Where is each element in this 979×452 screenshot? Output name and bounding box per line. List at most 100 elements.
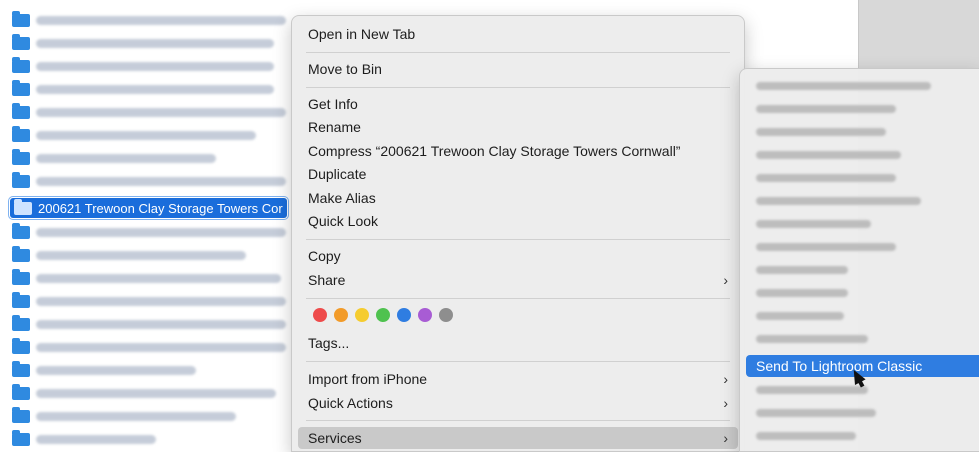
folder-icon (12, 337, 30, 354)
chevron-right-icon: › (723, 430, 728, 446)
submenu-item[interactable] (746, 236, 979, 258)
menu-item-label: Rename (308, 119, 361, 135)
context-menu: Open in New Tab Move to Bin Get Info Ren… (291, 15, 745, 452)
folder-icon (12, 10, 30, 27)
folder-icon (12, 148, 30, 165)
menu-separator (306, 420, 730, 421)
chevron-right-icon: › (723, 395, 728, 411)
submenu-item[interactable] (746, 167, 979, 189)
menu-item-open-new-tab[interactable]: Open in New Tab (298, 23, 738, 45)
submenu-item[interactable] (746, 213, 979, 235)
menu-item-services[interactable]: Services › (298, 427, 738, 449)
menu-item-copy[interactable]: Copy (298, 245, 738, 267)
list-item[interactable] (12, 148, 216, 168)
submenu-item[interactable] (746, 282, 979, 304)
menu-item-quick-actions[interactable]: Quick Actions › (298, 392, 738, 414)
menu-separator (306, 239, 730, 240)
tag-blue-dot[interactable] (397, 308, 411, 322)
tag-green-dot[interactable] (376, 308, 390, 322)
submenu-item[interactable] (746, 259, 979, 281)
list-item[interactable] (12, 383, 276, 403)
menu-separator (306, 52, 730, 53)
submenu-item-label: Send To Lightroom Classic (756, 358, 923, 374)
list-item[interactable] (12, 56, 274, 76)
submenu-item[interactable] (746, 425, 979, 447)
menu-item-duplicate[interactable]: Duplicate (298, 163, 738, 185)
menu-item-label: Quick Look (308, 213, 379, 229)
menu-item-move-to-bin[interactable]: Move to Bin (298, 58, 738, 80)
menu-item-label: Get Info (308, 96, 358, 112)
list-item[interactable] (12, 314, 286, 334)
menu-separator (306, 361, 730, 362)
menu-item-quick-look[interactable]: Quick Look (298, 210, 738, 232)
menu-separator (306, 298, 730, 299)
tag-gray-dot[interactable] (439, 308, 453, 322)
menu-item-label: Compress “200621 Trewoon Clay Storage To… (308, 143, 681, 159)
menu-item-label: Move to Bin (308, 61, 382, 77)
tag-yellow-dot[interactable] (355, 308, 369, 322)
submenu-item[interactable] (746, 190, 979, 212)
submenu-item[interactable] (746, 328, 979, 350)
list-item[interactable] (12, 222, 286, 242)
list-item[interactable] (12, 245, 246, 265)
folder-icon (12, 406, 30, 423)
menu-item-get-info[interactable]: Get Info (298, 93, 738, 115)
folder-icon (12, 268, 30, 285)
folder-icon (12, 429, 30, 446)
list-item[interactable] (12, 125, 256, 145)
submenu-item[interactable] (746, 75, 979, 97)
folder-icon (12, 33, 30, 50)
list-item[interactable] (12, 171, 286, 191)
menu-separator (306, 87, 730, 88)
list-item[interactable] (12, 337, 286, 357)
list-item[interactable] (12, 406, 236, 426)
submenu-item[interactable] (746, 305, 979, 327)
list-item[interactable] (12, 33, 274, 53)
folder-icon (12, 102, 30, 119)
menu-item-label: Share (308, 272, 346, 288)
list-item[interactable] (12, 291, 286, 311)
folder-icon (12, 291, 30, 308)
chevron-right-icon: › (723, 371, 728, 387)
tag-red-dot[interactable] (313, 308, 327, 322)
menu-item-label: Open in New Tab (308, 26, 416, 42)
tag-orange-dot[interactable] (334, 308, 348, 322)
submenu-item[interactable] (746, 98, 979, 120)
list-item[interactable] (12, 79, 274, 99)
menu-item-label: Make Alias (308, 190, 376, 206)
menu-item-label: Tags... (308, 335, 350, 351)
folder-icon (14, 198, 32, 215)
folder-icon (12, 56, 30, 73)
menu-item-share[interactable]: Share › (298, 269, 738, 291)
list-item[interactable] (12, 268, 281, 288)
list-item[interactable] (12, 360, 196, 380)
tag-color-picker (313, 308, 453, 322)
chevron-right-icon: › (723, 272, 728, 288)
menu-item-rename[interactable]: Rename (298, 116, 738, 138)
folder-icon (12, 79, 30, 96)
folder-icon (12, 125, 30, 142)
menu-item-label: Services (308, 430, 362, 446)
folder-icon (12, 314, 30, 331)
selected-folder-label: 200621 Trewoon Clay Storage Towers Cor (38, 200, 283, 216)
menu-item-make-alias[interactable]: Make Alias (298, 187, 738, 209)
list-item[interactable] (12, 10, 286, 30)
submenu-item[interactable] (746, 121, 979, 143)
submenu-item[interactable] (746, 144, 979, 166)
folder-icon (12, 245, 30, 262)
folder-icon (12, 222, 30, 239)
menu-item-tags[interactable]: Tags... (298, 332, 738, 354)
menu-item-label: Duplicate (308, 166, 367, 182)
submenu-item[interactable] (746, 402, 979, 424)
list-item[interactable] (12, 429, 156, 449)
list-item[interactable] (12, 102, 286, 122)
menu-item-compress[interactable]: Compress “200621 Trewoon Clay Storage To… (298, 140, 738, 162)
selected-folder-row[interactable]: 200621 Trewoon Clay Storage Towers Cor (8, 196, 289, 220)
menu-item-label: Copy (308, 248, 341, 264)
menu-item-label: Quick Actions (308, 395, 393, 411)
folder-icon (12, 383, 30, 400)
menu-item-label: Import from iPhone (308, 371, 428, 387)
menu-item-import-from-iphone[interactable]: Import from iPhone › (298, 368, 738, 390)
tag-purple-dot[interactable] (418, 308, 432, 322)
services-submenu: Send To Lightroom Classic (739, 68, 979, 452)
